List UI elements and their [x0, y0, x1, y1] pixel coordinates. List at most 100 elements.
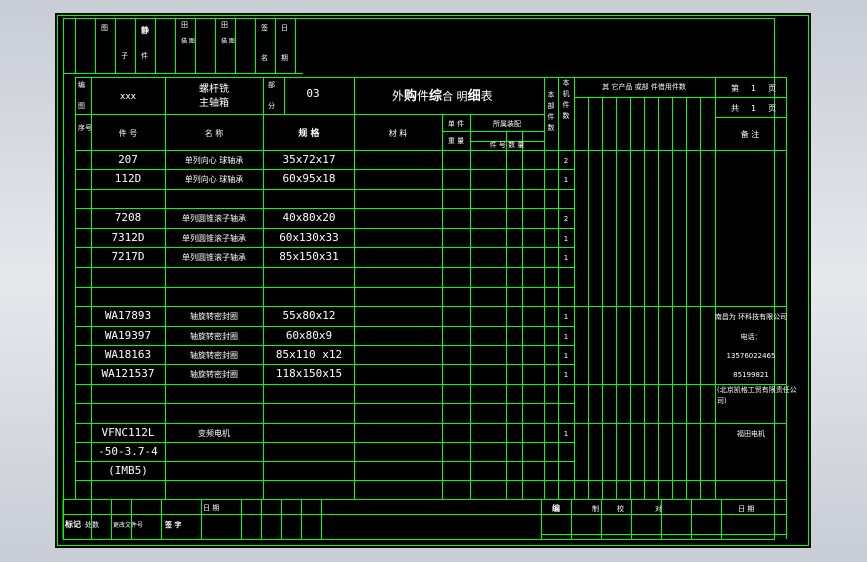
table-row: WA17893 轴旋转密封圈 55x80x12 1 南昌为 环科技有限公司	[105, 309, 787, 322]
cell-spec: 60x80x9	[286, 329, 332, 342]
table-row: -50-3.7-4	[98, 445, 158, 458]
cell-part-no: 7217D	[111, 250, 144, 263]
cell-name: 单列圆锥滚子轴承	[182, 233, 246, 243]
total-pages-label: 共1页	[731, 104, 776, 113]
cell-qty: 1	[564, 352, 568, 360]
cell-remark: 85199821	[733, 371, 769, 379]
drawing-no: xxx	[120, 92, 137, 102]
cad-viewport: 图 子 静 件 田 描 图 田 描 图 签 名 日 期 编 图 xxx 螺杆铣 …	[0, 0, 867, 562]
cell-remark: 福田电机	[737, 429, 765, 438]
cell-name: 轴旋转密封圈	[190, 369, 238, 379]
cell-name: 单列向心 球轴承	[185, 155, 244, 165]
table-row: (北京凯格工贸有限责任公司)	[717, 385, 797, 405]
cell-name: 单列向心 球轴承	[185, 174, 244, 184]
col-unit-weight: 重 量	[448, 137, 464, 145]
col-dept: 所属装配	[493, 119, 521, 128]
page-label: 第1页	[731, 83, 776, 93]
cell-qty: 1	[564, 235, 568, 243]
header-cell-1: 图	[101, 24, 108, 32]
bom-table: 图 子 静 件 田 描 图 田 描 图 签 名 日 期 编 图 xxx 螺杆铣 …	[57, 15, 809, 546]
cell-qty: 1	[564, 176, 568, 184]
table-row: 7208 单列圆锥滚子轴承 40x80x20 2	[115, 211, 568, 224]
part-section-no: 03	[306, 87, 319, 100]
col-qty-unit: 本部件数	[548, 90, 555, 132]
header-cell-4: 田	[181, 21, 188, 29]
assembly-name-2: 主轴箱	[199, 96, 229, 109]
cell-remark: 南昌为 环科技有限公司	[715, 312, 787, 321]
column-headers: 序号 件 号 名 称 规 格 材 料 单 件 重 量 所属装配 件 号 数 量 …	[78, 119, 759, 149]
drawing-sheet: 图 子 静 件 田 描 图 田 描 图 签 名 日 期 编 图 xxx 螺杆铣 …	[55, 13, 811, 548]
header-cell-7-sub: 期	[281, 54, 288, 62]
footer-count: 处数	[85, 520, 99, 529]
cell-part-no: WA18163	[105, 348, 151, 361]
cell-remark: 13576022465	[727, 352, 776, 360]
cell-part-no: 7208	[115, 211, 142, 224]
cell-qty: 1	[564, 333, 568, 341]
header-cell-5-sub: 描 图	[221, 37, 235, 45]
footer-compile-sub: 制	[592, 504, 599, 513]
table-row: 112D 单列向心 球轴承 60x95x18 1	[115, 172, 568, 185]
main-grid	[62, 77, 787, 539]
footer-check: 校	[617, 504, 624, 513]
cell-part-no: WA19397	[105, 329, 151, 342]
cell-name: 轴旋转密封圈	[190, 350, 238, 360]
col-part-no: 件 号	[119, 128, 138, 138]
col-remark: 备 注	[741, 129, 760, 139]
col-material: 材 料	[389, 128, 408, 138]
footer-sign: 签 字	[164, 520, 181, 529]
cell-qty: 1	[564, 254, 568, 262]
assembly-name-1: 螺杆铣	[199, 82, 229, 95]
col-seq: 序号	[78, 123, 92, 132]
footer-approve: 对	[655, 504, 662, 513]
title-row: 编 图 xxx 螺杆铣 主轴箱 部 分 03 外购件综合 明细表 其 它产品 或…	[78, 80, 776, 113]
col-dept-sub: 件 号 数 量	[490, 140, 525, 149]
header-cell-3-sub: 件	[141, 51, 148, 60]
col-name: 名 称	[205, 128, 224, 138]
cell-qty: 1	[564, 313, 568, 321]
col-qty-machine: 本机件数	[563, 78, 570, 120]
cell-spec: 85x150x31	[279, 250, 339, 263]
table-row: VFNC112L 变频电机 1 福田电机	[102, 426, 765, 439]
cell-name: 单列圆锥滚子轴承	[182, 252, 246, 262]
footer-date2: 日 期	[738, 505, 754, 513]
cell-spec: 118x150x15	[276, 367, 342, 380]
cell-spec: 40x80x20	[283, 211, 336, 224]
header-cell-6: 签	[261, 23, 268, 32]
top-header-text: 图 子 静 件 田 描 图 田 描 图 签 名 日 期	[101, 21, 288, 62]
cell-qty: 1	[564, 430, 568, 438]
header-cell-3: 静	[141, 25, 149, 35]
footer: 日 期 标记 处数 更改文件号 签 字 编 制 校 对 日 期	[64, 503, 754, 529]
cell-spec: 60x130x33	[279, 231, 339, 244]
cell-qty: 2	[564, 215, 568, 223]
footer-mark: 标记	[64, 519, 81, 529]
cell-name: 单列圆锥滚子轴承	[182, 213, 246, 223]
cell-part-no: WA17893	[105, 309, 151, 322]
table-row: WA19397 轴旋转密封圈 60x80x9 1 电话：	[105, 329, 762, 342]
col-unit-label: 单 件	[448, 119, 464, 128]
doc-title: 外购件综合 明细表	[392, 88, 493, 104]
title-c4-top: 部	[268, 80, 275, 89]
footer-date-label: 日 期	[203, 504, 219, 512]
cell-spec: 60x95x18	[283, 172, 336, 185]
title-c1-bot: 图	[78, 102, 85, 110]
cell-remark: 电话：	[741, 332, 762, 341]
cell-name: 变频电机	[198, 428, 230, 438]
cell-name: 轴旋转密封圈	[190, 311, 238, 321]
title-c4-bot: 分	[268, 101, 275, 110]
cell-remark: (北京凯格工贸有限责任公司)	[717, 385, 797, 405]
cell-part-no: (IMB5)	[108, 464, 148, 477]
cell-spec: 55x80x12	[283, 309, 336, 322]
bom-rows: 207 单列向心 球轴承 35x72x17 2 112D 单列向心 球轴承 60x95x18…	[98, 153, 797, 477]
header-cell-2-sub: 子	[121, 52, 128, 60]
table-row: 207 单列向心 球轴承 35x72x17 2	[118, 153, 568, 166]
cell-qty: 2	[564, 157, 568, 165]
cell-part-no: 7312D	[111, 231, 144, 244]
cell-part-no: 207	[118, 153, 138, 166]
table-row: WA121537 轴旋转密封圈 118x150x15 1 85199821	[102, 367, 769, 380]
table-row: 7217D 单列圆锥滚子轴承 85x150x31 1	[111, 250, 568, 263]
header-cell-4-sub: 描 图	[181, 37, 195, 45]
cell-part-no: 112D	[115, 172, 142, 185]
table-row: (IMB5)	[108, 464, 148, 477]
header-cell-5: 田	[221, 21, 228, 29]
col-spec: 规 格	[298, 127, 320, 139]
